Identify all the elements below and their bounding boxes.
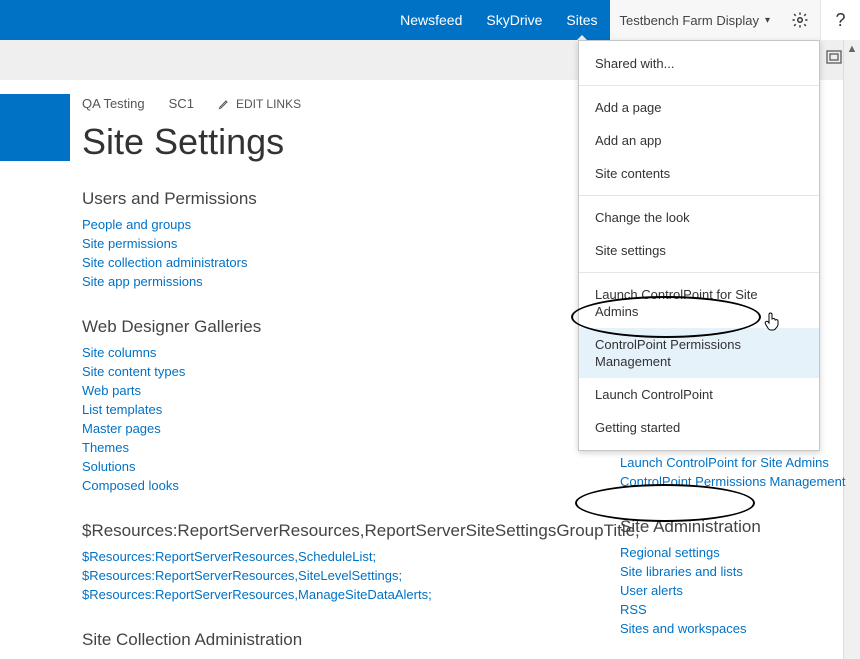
- gear-menu-item[interactable]: Site settings: [579, 234, 819, 267]
- settings-link[interactable]: Site permissions: [82, 234, 562, 253]
- suite-link-sites[interactable]: Sites: [554, 0, 609, 40]
- gear-menu-item[interactable]: Shared with...: [579, 47, 819, 80]
- settings-link[interactable]: $Resources:ReportServerResources,Schedul…: [82, 547, 562, 566]
- settings-link[interactable]: Site content types: [82, 362, 562, 381]
- settings-link[interactable]: User alerts: [620, 581, 845, 600]
- settings-link[interactable]: Site collection administrators: [82, 253, 562, 272]
- settings-group: Users and PermissionsPeople and groupsSi…: [82, 189, 562, 291]
- suite-link-skydrive[interactable]: SkyDrive: [474, 0, 554, 40]
- settings-link[interactable]: ControlPoint Permissions Management: [620, 472, 845, 491]
- menu-separator: [579, 272, 819, 273]
- settings-link[interactable]: Site app permissions: [82, 272, 562, 291]
- link-list: Regional settingsSite libraries and list…: [620, 543, 845, 638]
- breadcrumb-sub[interactable]: SC1: [169, 96, 194, 111]
- settings-group: Web Designer Galleries Site columnsSite c…: [82, 317, 562, 495]
- site-logo-placeholder[interactable]: [0, 94, 70, 161]
- gear-icon[interactable]: [780, 0, 820, 40]
- group-heading: Web Designer Galleries: [82, 317, 562, 337]
- suite-bar: Newsfeed SkyDrive Sites Testbench Farm D…: [0, 0, 860, 40]
- edit-links-button[interactable]: EDIT LINKS: [218, 97, 301, 111]
- settings-link[interactable]: RSS: [620, 600, 845, 619]
- group-heading: Users and Permissions: [82, 189, 562, 209]
- breadcrumb-site[interactable]: QA Testing: [82, 96, 145, 111]
- menu-separator: [579, 195, 819, 196]
- user-display-menu[interactable]: Testbench Farm Display ▾: [610, 0, 780, 40]
- settings-group: Site Collection AdministrationRecycle bi…: [82, 630, 562, 659]
- gear-menu-item[interactable]: Add an app: [579, 124, 819, 157]
- settings-link[interactable]: Site libraries and lists: [620, 562, 845, 581]
- link-list: $Resources:ReportServerResources,Schedul…: [82, 547, 562, 604]
- link-list: People and groupsSite permissionsSite co…: [82, 215, 562, 291]
- settings-group: Site AdministrationRegional settingsSite…: [620, 517, 845, 638]
- gear-menu-item[interactable]: Add a page: [579, 91, 819, 124]
- settings-group: $Resources:ReportServerResources,ReportS…: [82, 521, 562, 604]
- gear-menu-item[interactable]: Getting started: [579, 411, 819, 444]
- settings-link[interactable]: Composed looks: [82, 476, 562, 495]
- gear-menu-item[interactable]: ControlPoint Permissions Management: [579, 328, 819, 378]
- gear-menu-item[interactable]: Change the look: [579, 201, 819, 234]
- group-heading: $Resources:ReportServerResources,ReportS…: [82, 521, 562, 541]
- caret-down-icon: ▾: [765, 15, 770, 26]
- help-icon[interactable]: ?: [820, 0, 860, 40]
- settings-link[interactable]: Master pages: [82, 419, 562, 438]
- gear-menu-item[interactable]: Launch ControlPoint: [579, 378, 819, 411]
- menu-separator: [579, 85, 819, 86]
- settings-link[interactable]: Sites and workspaces: [620, 619, 845, 638]
- settings-link[interactable]: Launch ControlPoint for Site Admins: [620, 453, 845, 472]
- settings-link[interactable]: People and groups: [82, 215, 562, 234]
- gear-menu-item[interactable]: Launch ControlPoint for Site Admins: [579, 278, 819, 328]
- settings-left-column: Users and PermissionsPeople and groupsSi…: [82, 189, 562, 659]
- settings-link[interactable]: Web parts: [82, 381, 562, 400]
- settings-link[interactable]: Themes: [82, 438, 562, 457]
- user-display-label: Testbench Farm Display: [620, 13, 759, 28]
- edit-links-label: EDIT LINKS: [236, 97, 301, 111]
- settings-link[interactable]: List templates: [82, 400, 562, 419]
- link-list: Site columnsSite content typesWeb partsL…: [82, 343, 562, 495]
- gear-dropdown-menu: Shared with... Add a pageAdd an appSite c…: [578, 40, 820, 451]
- settings-link[interactable]: $Resources:ReportServerResources,SiteLev…: [82, 566, 562, 585]
- group-heading: Site Collection Administration: [82, 630, 562, 650]
- suite-link-newsfeed[interactable]: Newsfeed: [388, 0, 474, 40]
- focus-content-icon[interactable]: [826, 50, 842, 69]
- settings-link[interactable]: Solutions: [82, 457, 562, 476]
- settings-link[interactable]: Regional settings: [620, 543, 845, 562]
- pencil-icon: [218, 98, 230, 110]
- group-heading: Site Administration: [620, 517, 845, 537]
- settings-link[interactable]: $Resources:ReportServerResources,ManageS…: [82, 585, 562, 604]
- gear-menu-item[interactable]: Site contents: [579, 157, 819, 190]
- settings-link[interactable]: Site columns: [82, 343, 562, 362]
- scroll-up-icon[interactable]: ▲: [847, 40, 858, 57]
